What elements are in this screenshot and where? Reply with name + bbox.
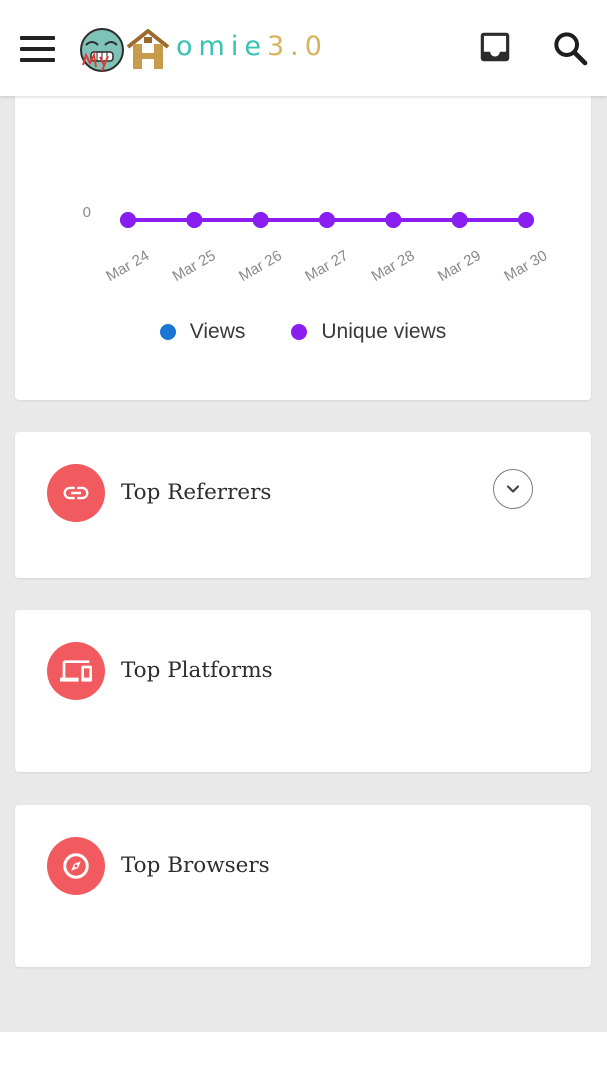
x-tick-label: Mar 29 bbox=[435, 247, 484, 285]
views-chart-card: 0 Mar 24 Mar 25 Mar 26 Mar 27 Mar 28 Mar 29 Mar… bbox=[15, 80, 591, 400]
data-point-unique-views[interactable] bbox=[451, 212, 468, 228]
logo-text-teal: omie bbox=[176, 31, 267, 62]
x-tick-label: Mar 26 bbox=[236, 247, 285, 285]
chevron-down-icon bbox=[506, 485, 520, 493]
data-point-unique-views[interactable] bbox=[186, 212, 203, 228]
logo-mascot-icon bbox=[80, 28, 170, 72]
x-tick-label: Mar 25 bbox=[170, 247, 219, 285]
data-point-unique-views[interactable] bbox=[120, 212, 136, 228]
data-point-unique-views[interactable] bbox=[319, 212, 335, 228]
legend-item-views[interactable]: Views bbox=[159, 320, 246, 344]
legend-views-label: Views bbox=[189, 320, 246, 343]
top-browsers-title: Top Browsers bbox=[121, 853, 270, 878]
chart-legend: Views Unique views bbox=[15, 320, 591, 344]
data-point-unique-views[interactable] bbox=[252, 212, 269, 228]
compass-icon bbox=[47, 837, 105, 895]
expand-referrers-button[interactable] bbox=[493, 469, 533, 509]
views-line-chart: 0 Mar 24 Mar 25 Mar 26 Mar 27 Mar 28 Mar 29 Mar… bbox=[83, 204, 551, 285]
y-tick-label: 0 bbox=[83, 204, 91, 221]
inbox-icon[interactable] bbox=[476, 28, 514, 66]
top-platforms-title: Top Platforms bbox=[121, 658, 273, 683]
logo-text: omie3.0 bbox=[176, 31, 328, 62]
app-logo[interactable]: omie3.0 bbox=[80, 25, 330, 73]
legend-views-dot bbox=[159, 324, 176, 340]
x-tick-label: Mar 24 bbox=[103, 247, 152, 285]
data-point-unique-views[interactable] bbox=[518, 212, 534, 228]
top-referrers-title: Top Referrers bbox=[121, 480, 272, 505]
legend-unique-views-dot bbox=[291, 324, 308, 340]
legend-item-unique-views[interactable]: Unique views bbox=[291, 320, 446, 344]
x-tick-label: Mar 28 bbox=[369, 247, 418, 285]
top-browsers-card: Top Browsers bbox=[15, 805, 591, 967]
app-bar: omie3.0 bbox=[0, 0, 607, 96]
link-icon bbox=[47, 464, 105, 522]
search-icon[interactable] bbox=[550, 28, 590, 68]
logo-text-gold: 3.0 bbox=[266, 31, 328, 62]
top-referrers-card: Top Referrers bbox=[15, 432, 591, 578]
top-platforms-card: Top Platforms bbox=[15, 610, 591, 772]
x-tick-label: Mar 27 bbox=[302, 247, 351, 285]
x-tick-label: Mar 30 bbox=[501, 247, 550, 285]
bottom-bar bbox=[0, 1032, 607, 1080]
hamburger-menu-icon[interactable] bbox=[20, 36, 56, 62]
legend-unique-views-label: Unique views bbox=[321, 320, 447, 343]
data-point-unique-views[interactable] bbox=[385, 212, 402, 228]
devices-icon bbox=[47, 642, 105, 700]
